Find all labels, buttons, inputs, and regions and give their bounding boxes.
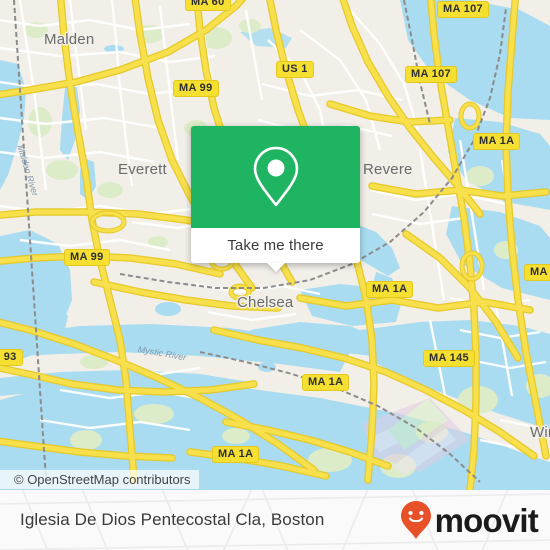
take-me-there-card[interactable]: Take me there xyxy=(191,126,360,272)
map-attribution[interactable]: © OpenStreetMap contributors xyxy=(0,470,199,489)
card-pin-area xyxy=(191,126,360,228)
moovit-logo[interactable]: moovit xyxy=(399,500,539,540)
footer-bar: Iglesia De Dios Pentecostal Cla, Boston … xyxy=(0,490,550,550)
map-screenshot: Malden Everett Revere Chelsea Win Malden… xyxy=(0,0,550,550)
moovit-wordmark: moovit xyxy=(434,501,539,539)
location-pin-icon xyxy=(253,146,298,207)
card-action-label[interactable]: Take me there xyxy=(191,228,360,263)
location-title: Iglesia De Dios Pentecostal Cla, Boston xyxy=(20,510,325,529)
card-pointer-tail xyxy=(266,263,285,272)
map-canvas[interactable]: Malden Everett Revere Chelsea Win Malden… xyxy=(0,0,550,490)
moovit-smiling-pin-logo-icon xyxy=(400,501,431,539)
